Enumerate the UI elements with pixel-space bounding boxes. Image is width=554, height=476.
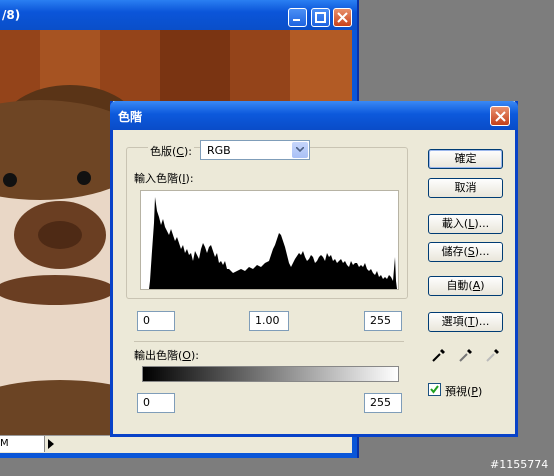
minimize-icon xyxy=(293,19,300,21)
input-black-field[interactable]: 0 xyxy=(137,311,175,331)
dialog-titlebar[interactable]: 色階 xyxy=(110,101,518,130)
histogram-graph xyxy=(149,197,397,289)
ok-button[interactable]: 確定 xyxy=(428,149,503,169)
output-white-field[interactable]: 255 xyxy=(364,393,402,413)
chevron-down-icon[interactable] xyxy=(292,142,308,158)
channel-select[interactable]: RGB xyxy=(200,140,310,160)
input-levels-label: 輸入色階(I): xyxy=(134,172,194,185)
gray-eyedropper-icon[interactable] xyxy=(458,347,474,363)
image-window-titlebar[interactable]: /8) xyxy=(0,0,357,30)
output-gradient-bar xyxy=(142,366,399,382)
channel-value: RGB xyxy=(207,144,231,157)
input-gamma-field[interactable]: 1.00 xyxy=(249,311,289,331)
watermark: #1155774 xyxy=(490,458,549,471)
output-levels-label: 輸出色階(O): xyxy=(134,349,199,362)
zoom-field[interactable]: M xyxy=(0,436,45,452)
channel-label: 色版(C): xyxy=(148,143,194,159)
histogram xyxy=(140,190,399,290)
black-eyedropper-icon[interactable] xyxy=(431,347,447,363)
maximize-icon xyxy=(315,12,326,23)
scroll-arrow-icon[interactable] xyxy=(46,438,56,450)
dialog-title: 色階 xyxy=(118,110,143,124)
preview-label[interactable]: 預視(P) xyxy=(445,383,482,399)
cancel-button[interactable]: 取消 xyxy=(428,178,503,198)
close-icon xyxy=(337,12,348,23)
separator xyxy=(134,341,404,342)
auto-button[interactable]: 自動(A) xyxy=(428,276,503,296)
save-button[interactable]: 儲存(S)... xyxy=(428,242,503,262)
output-black-field[interactable]: 0 xyxy=(137,393,175,413)
options-button[interactable]: 選項(T)... xyxy=(428,312,503,332)
close-button[interactable] xyxy=(333,8,352,27)
white-eyedropper-icon[interactable] xyxy=(485,347,501,363)
load-button[interactable]: 載入(L)... xyxy=(428,214,503,234)
image-window-title: /8) xyxy=(2,8,21,22)
maximize-button[interactable] xyxy=(311,8,330,27)
checkmark-icon xyxy=(430,385,439,394)
input-white-field[interactable]: 255 xyxy=(364,311,402,331)
preview-checkbox[interactable] xyxy=(428,383,441,396)
levels-dialog: 色階 色版(C): RGB 輸入色階(I): 0 1.00 255 輸出色階(O… xyxy=(110,101,518,437)
dialog-close-button[interactable] xyxy=(490,106,510,126)
minimize-button[interactable] xyxy=(288,8,307,27)
horizontal-scrollbar[interactable]: M xyxy=(0,435,352,453)
close-icon xyxy=(495,111,506,122)
